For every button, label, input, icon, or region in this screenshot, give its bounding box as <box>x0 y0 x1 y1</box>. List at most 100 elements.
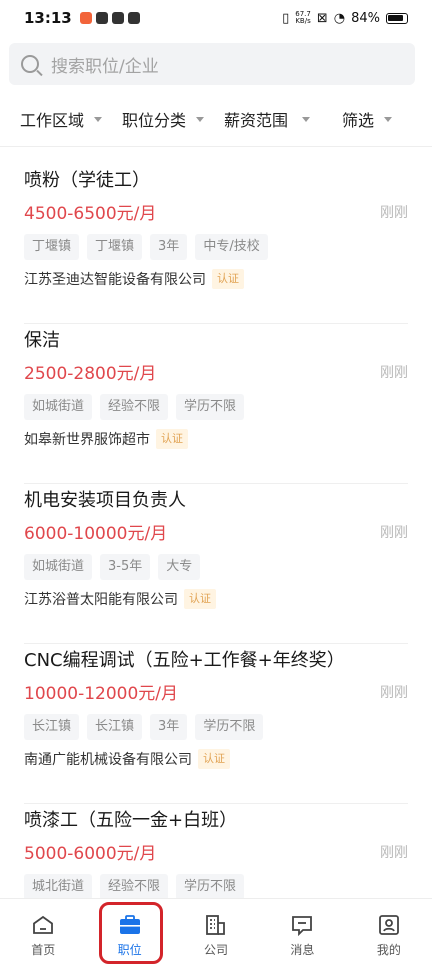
filter-job-category[interactable]: 职位分类 <box>122 107 205 131</box>
verified-badge: 认证 <box>212 269 244 289</box>
battery-icon <box>386 12 408 24</box>
company-name: 江苏圣迪达智能设备有限公司 <box>24 272 206 288</box>
job-tag: 长江镇 <box>24 714 80 740</box>
job-tag: 大专 <box>158 554 201 580</box>
filter-bar: 工作区域 职位分类 薪资范围 筛选 <box>0 96 432 142</box>
job-tags: 如城街道 3-5年 大专 <box>24 554 201 580</box>
job-salary: 5000-6000元/月 <box>24 844 157 864</box>
status-time: 13:13 <box>24 9 72 27</box>
tab-label: 公司 <box>204 943 229 957</box>
job-salary: 2500-2800元/月 <box>24 364 157 384</box>
filter-more[interactable]: 筛选 <box>342 107 393 131</box>
job-card[interactable]: CNC编程调试（五险+工作餐+年终奖） 10000-12000元/月 刚刚 长江… <box>24 646 408 804</box>
filter-salary-range[interactable]: 薪资范围 <box>224 107 311 131</box>
search-input[interactable]: 搜索职位/企业 <box>51 52 159 77</box>
tab-home[interactable]: 首页 <box>0 899 86 964</box>
job-post-time: 刚刚 <box>380 685 408 701</box>
job-tag: 学历不限 <box>176 394 245 420</box>
job-title: 喷粉（学徒工） <box>24 170 150 191</box>
home-icon <box>33 915 54 934</box>
vibrate-icon: ▯ <box>282 10 290 26</box>
filter-divider <box>0 146 432 147</box>
job-tags: 城北街道 经验不限 学历不限 <box>24 874 245 898</box>
job-tags: 如城街道 经验不限 学历不限 <box>24 394 245 420</box>
company-row: 江苏圣迪达智能设备有限公司 认证 <box>24 269 244 289</box>
search-icon <box>21 55 39 73</box>
job-title: 喷漆工（五险一金+白班） <box>24 810 238 831</box>
tab-label: 消息 <box>290 943 315 957</box>
company-row: 如皋新世界服饰超市 认证 <box>24 429 188 449</box>
job-tags: 丁堰镇 丁堰镇 3年 中专/技校 <box>24 234 268 260</box>
job-card[interactable]: 保洁 2500-2800元/月 刚刚 如城街道 经验不限 学历不限 如皋新世界服… <box>24 326 408 484</box>
bottom-tab-bar: 首页 职位 公司 消息 我的 <box>0 898 432 964</box>
tab-profile[interactable]: 我的 <box>346 899 432 964</box>
job-divider <box>24 323 408 324</box>
tab-label: 我的 <box>376 943 401 957</box>
verified-badge: 认证 <box>198 749 230 769</box>
job-tag: 长江镇 <box>87 714 143 740</box>
status-app-icons <box>79 12 140 24</box>
job-tag: 经验不限 <box>100 394 169 420</box>
job-divider <box>24 643 408 644</box>
profile-icon <box>378 915 399 935</box>
job-tag: 城北街道 <box>24 874 93 898</box>
status-indicators: ▯ 67.7 KB/s ⊠ ◔ 84% <box>282 11 408 26</box>
job-tag: 3年 <box>150 714 188 740</box>
message-icon <box>292 916 313 937</box>
job-post-time: 刚刚 <box>380 525 408 541</box>
job-title: 机电安装项目负责人 <box>24 490 186 511</box>
filter-work-area[interactable]: 工作区域 <box>20 107 103 131</box>
company-row: 南通广能机械设备有限公司 认证 <box>24 749 230 769</box>
tab-company[interactable]: 公司 <box>173 899 259 964</box>
job-card[interactable]: 机电安装项目负责人 6000-10000元/月 刚刚 如城街道 3-5年 大专 … <box>24 486 408 644</box>
job-post-time: 刚刚 <box>380 845 408 861</box>
job-tag: 丁堰镇 <box>87 234 143 260</box>
job-card[interactable]: 喷粉（学徒工） 4500-6500元/月 刚刚 丁堰镇 丁堰镇 3年 中专/技校… <box>24 166 408 324</box>
job-title: CNC编程调试（五险+工作餐+年终奖） <box>24 650 345 671</box>
job-tag: 如城街道 <box>24 554 93 580</box>
job-card[interactable]: 喷漆工（五险一金+白班） 5000-6000元/月 刚刚 城北街道 经验不限 学… <box>24 806 408 898</box>
network-speed-unit: KB/s <box>295 17 311 25</box>
app-notification-icon <box>79 12 92 24</box>
job-tag: 3年 <box>150 234 188 260</box>
job-post-time: 刚刚 <box>380 365 408 381</box>
building-icon <box>206 915 225 935</box>
company-name: 江苏浴普太阳能有限公司 <box>24 592 178 608</box>
job-tag: 如城街道 <box>24 394 93 420</box>
sim-icon: ⊠ <box>316 10 328 26</box>
caret-down-icon <box>94 116 103 122</box>
filter-label: 筛选 <box>342 111 375 130</box>
company-name: 如皋新世界服饰超市 <box>24 432 150 448</box>
highlight-annotation <box>99 902 163 964</box>
job-tag: 学历不限 <box>195 714 264 740</box>
caret-down-icon <box>302 116 311 122</box>
caret-down-icon <box>196 116 205 122</box>
filter-label: 薪资范围 <box>224 111 289 130</box>
job-salary: 6000-10000元/月 <box>24 524 168 544</box>
filter-label: 工作区域 <box>20 111 85 130</box>
caret-down-icon <box>384 116 393 122</box>
battery-percent: 84% <box>351 10 380 26</box>
company-name: 南通广能机械设备有限公司 <box>24 752 192 768</box>
job-tag: 经验不限 <box>100 874 169 898</box>
tab-messages[interactable]: 消息 <box>259 899 345 964</box>
job-divider <box>24 803 408 804</box>
tab-label: 首页 <box>31 943 56 957</box>
status-bar: 13:13 ▯ 67.7 KB/s ⊠ ◔ 84% <box>0 0 432 36</box>
network-speed: 67.7 KB/s <box>295 11 311 25</box>
link-icon <box>127 12 140 24</box>
job-tag: 丁堰镇 <box>24 234 80 260</box>
job-salary: 4500-6500元/月 <box>24 204 157 224</box>
job-tags: 长江镇 长江镇 3年 学历不限 <box>24 714 264 740</box>
verified-badge: 认证 <box>156 429 188 449</box>
job-post-time: 刚刚 <box>380 205 408 221</box>
search-bar[interactable]: 搜索职位/企业 <box>9 43 415 85</box>
verified-badge: 认证 <box>184 589 216 609</box>
job-salary: 10000-12000元/月 <box>24 684 179 704</box>
job-title: 保洁 <box>24 330 60 351</box>
job-tag: 中专/技校 <box>195 234 268 260</box>
play-icon <box>95 12 108 24</box>
job-divider <box>24 483 408 484</box>
mail-icon <box>111 12 124 24</box>
job-tag: 学历不限 <box>176 874 245 898</box>
